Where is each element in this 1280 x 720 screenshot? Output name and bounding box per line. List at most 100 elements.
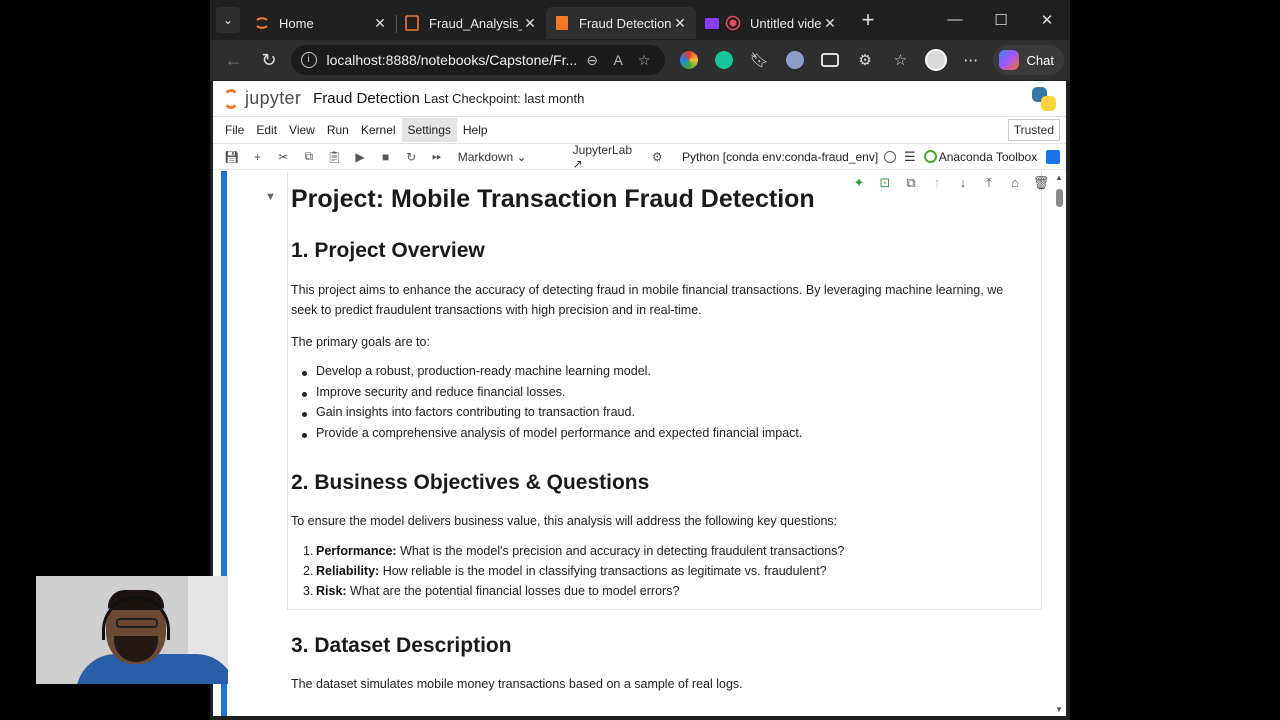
- save-icon[interactable]: 💾︎: [219, 150, 245, 164]
- anaconda-toolbox-button[interactable]: Anaconda Toolbox: [923, 149, 1038, 164]
- restart-icon[interactable]: ↻: [398, 150, 424, 164]
- paragraph: This project aims to enhance the accurac…: [291, 280, 1031, 320]
- address-bar[interactable]: i localhost:8888/notebooks/Capstone/Fr..…: [290, 45, 666, 75]
- copilot-chat-button[interactable]: Chat: [992, 45, 1064, 75]
- more-menu-icon[interactable]: ⋯: [953, 51, 988, 69]
- duplicate-cell-icon[interactable]: ⧉: [898, 175, 924, 191]
- list-number: 2.: [303, 564, 314, 578]
- python-logo-icon: [1032, 86, 1056, 111]
- tab-fraud-detection[interactable]: Fraud Detection ✕: [546, 7, 696, 39]
- jupyter-icon: [254, 15, 270, 31]
- scrollbar[interactable]: ▲ ▼: [1053, 171, 1066, 716]
- kernel-menu-icon[interactable]: ☰: [904, 149, 916, 165]
- window-controls: — ☐ ✕: [932, 11, 1070, 29]
- run-icon[interactable]: ▶: [347, 150, 373, 164]
- list-item: 2. Reliability: How reliable is the model…: [303, 564, 844, 584]
- section-heading: 1. Project Overview: [291, 239, 485, 262]
- checkpoint-status: Last Checkpoint: last month: [423, 91, 585, 106]
- close-icon[interactable]: ✕: [822, 15, 838, 32]
- grammarly-icon[interactable]: [706, 51, 741, 69]
- scroll-thumb[interactable]: [1056, 189, 1063, 207]
- section-heading: 3. Dataset Description: [291, 634, 512, 657]
- address-toolbar: ← ↻ i localhost:8888/notebooks/Capstone/…: [210, 40, 1070, 80]
- paste-icon[interactable]: 📋︎: [322, 150, 348, 164]
- external-link-icon: ↗: [572, 156, 583, 171]
- tab-untitled-video[interactable]: Untitled vide ✕: [696, 7, 846, 39]
- info-icon[interactable]: i: [300, 52, 317, 68]
- minimize-icon[interactable]: —: [932, 11, 978, 29]
- goals-list: Develop a robust, production-ready machi…: [301, 364, 802, 446]
- new-tab-button[interactable]: +: [850, 7, 886, 33]
- tab-title: Untitled vide: [750, 15, 822, 31]
- notebook-name[interactable]: Fraud Detection: [313, 90, 420, 107]
- zoom-icon[interactable]: ⊖: [581, 52, 603, 69]
- list-item: 3. Risk: What are the potential financial…: [303, 584, 844, 604]
- list-number: 3.: [303, 584, 314, 598]
- close-icon[interactable]: ✕: [522, 15, 538, 32]
- copy-icon[interactable]: ⧉: [296, 149, 322, 164]
- back-icon[interactable]: ←: [216, 50, 251, 71]
- jupyter-icon: [223, 88, 239, 109]
- kernel-name[interactable]: Python [conda env:conda-fraud_env]: [682, 150, 878, 164]
- debug-icon[interactable]: ⚙: [644, 150, 670, 164]
- question-text: How reliable is the model in classifying…: [379, 564, 827, 578]
- move-up-icon[interactable]: ↑: [924, 175, 950, 191]
- menu-view[interactable]: View: [283, 118, 321, 142]
- tab-actions-menu[interactable]: ⌄: [210, 0, 246, 40]
- section-heading: 2. Business Objectives & Questions: [291, 471, 650, 494]
- delete-cell-icon[interactable]: 🗑︎: [1028, 175, 1054, 191]
- notebook-file-icon: [554, 15, 570, 31]
- extension-avatar-icon[interactable]: [777, 51, 812, 69]
- add-cell-icon[interactable]: +: [245, 150, 271, 164]
- tab-fraud-analysis[interactable]: Fraud_Analysis_D ✕: [396, 7, 546, 39]
- menu-settings[interactable]: Settings: [401, 118, 457, 142]
- menu-help[interactable]: Help: [457, 118, 494, 142]
- favorites-icon[interactable]: ☆: [883, 51, 918, 69]
- scroll-down-icon[interactable]: ▼: [1055, 705, 1063, 714]
- bookmark-icon[interactable]: 🔖︎: [742, 51, 777, 69]
- menu-edit[interactable]: Edit: [250, 118, 283, 142]
- list-number: 1.: [303, 544, 314, 558]
- paragraph: To ensure the model delivers business va…: [291, 514, 838, 528]
- anaconda-label: Anaconda Toolbox: [938, 149, 1038, 164]
- tab-title: Fraud_Analysis_D: [429, 15, 522, 31]
- profile-avatar[interactable]: [918, 49, 953, 71]
- move-down-icon[interactable]: ↓: [950, 175, 976, 191]
- anaconda-icon: [923, 150, 937, 163]
- stop-icon[interactable]: ■: [373, 150, 399, 164]
- scroll-up-icon[interactable]: ▲: [1055, 173, 1063, 182]
- cell-type-select[interactable]: Markdown ⌄: [458, 150, 537, 164]
- jupyter-header: jupyter Fraud Detection Last Checkpoint:…: [213, 81, 1066, 117]
- menu-kernel[interactable]: Kernel: [355, 118, 402, 142]
- close-window-icon[interactable]: ✕: [1024, 11, 1070, 29]
- list-item: Improve security and reduce financial lo…: [301, 385, 802, 406]
- format-paint-icon[interactable]: ⌂: [1002, 175, 1028, 191]
- tab-home[interactable]: Home ✕: [246, 7, 397, 39]
- maximize-icon[interactable]: ☐: [978, 11, 1024, 29]
- menu-bar: File Edit View Run Kernel Settings Help …: [213, 117, 1066, 144]
- cut-icon[interactable]: ✂: [270, 150, 296, 164]
- close-icon[interactable]: ✕: [372, 15, 388, 32]
- jupyter-logo[interactable]: jupyter: [223, 88, 301, 109]
- url-text[interactable]: localhost:8888/notebooks/Capstone/Fr...: [327, 52, 578, 68]
- sidebar-toggle-icon[interactable]: [1046, 149, 1061, 164]
- extension-color-icon[interactable]: [671, 51, 706, 69]
- extensions-puzzle-icon[interactable]: ⚙: [847, 51, 882, 69]
- cell-type-value: Markdown: [457, 149, 514, 164]
- insert-above-icon[interactable]: ⤒: [976, 175, 1002, 191]
- fast-forward-icon[interactable]: ⏩︎: [424, 149, 450, 164]
- jupyterlab-link[interactable]: JupyterLab ↗: [573, 143, 645, 171]
- menu-run[interactable]: Run: [321, 118, 355, 142]
- ai-sparkle-icon[interactable]: ✦: [846, 175, 872, 191]
- collapse-heading-icon[interactable]: ▼: [265, 191, 276, 203]
- reload-icon[interactable]: ↻: [251, 50, 286, 71]
- question-text: What are the potential financial losses …: [346, 584, 680, 598]
- webcam-overlay: [36, 576, 228, 684]
- screen-record-icon[interactable]: [812, 53, 847, 67]
- trusted-badge[interactable]: Trusted: [1007, 119, 1060, 141]
- read-aloud-icon[interactable]: A: [607, 52, 629, 68]
- close-icon[interactable]: ✕: [672, 15, 688, 32]
- code-toggle-icon[interactable]: ⊡: [872, 175, 898, 191]
- menu-file[interactable]: File: [219, 118, 250, 142]
- favorite-star-icon[interactable]: ☆: [633, 52, 655, 69]
